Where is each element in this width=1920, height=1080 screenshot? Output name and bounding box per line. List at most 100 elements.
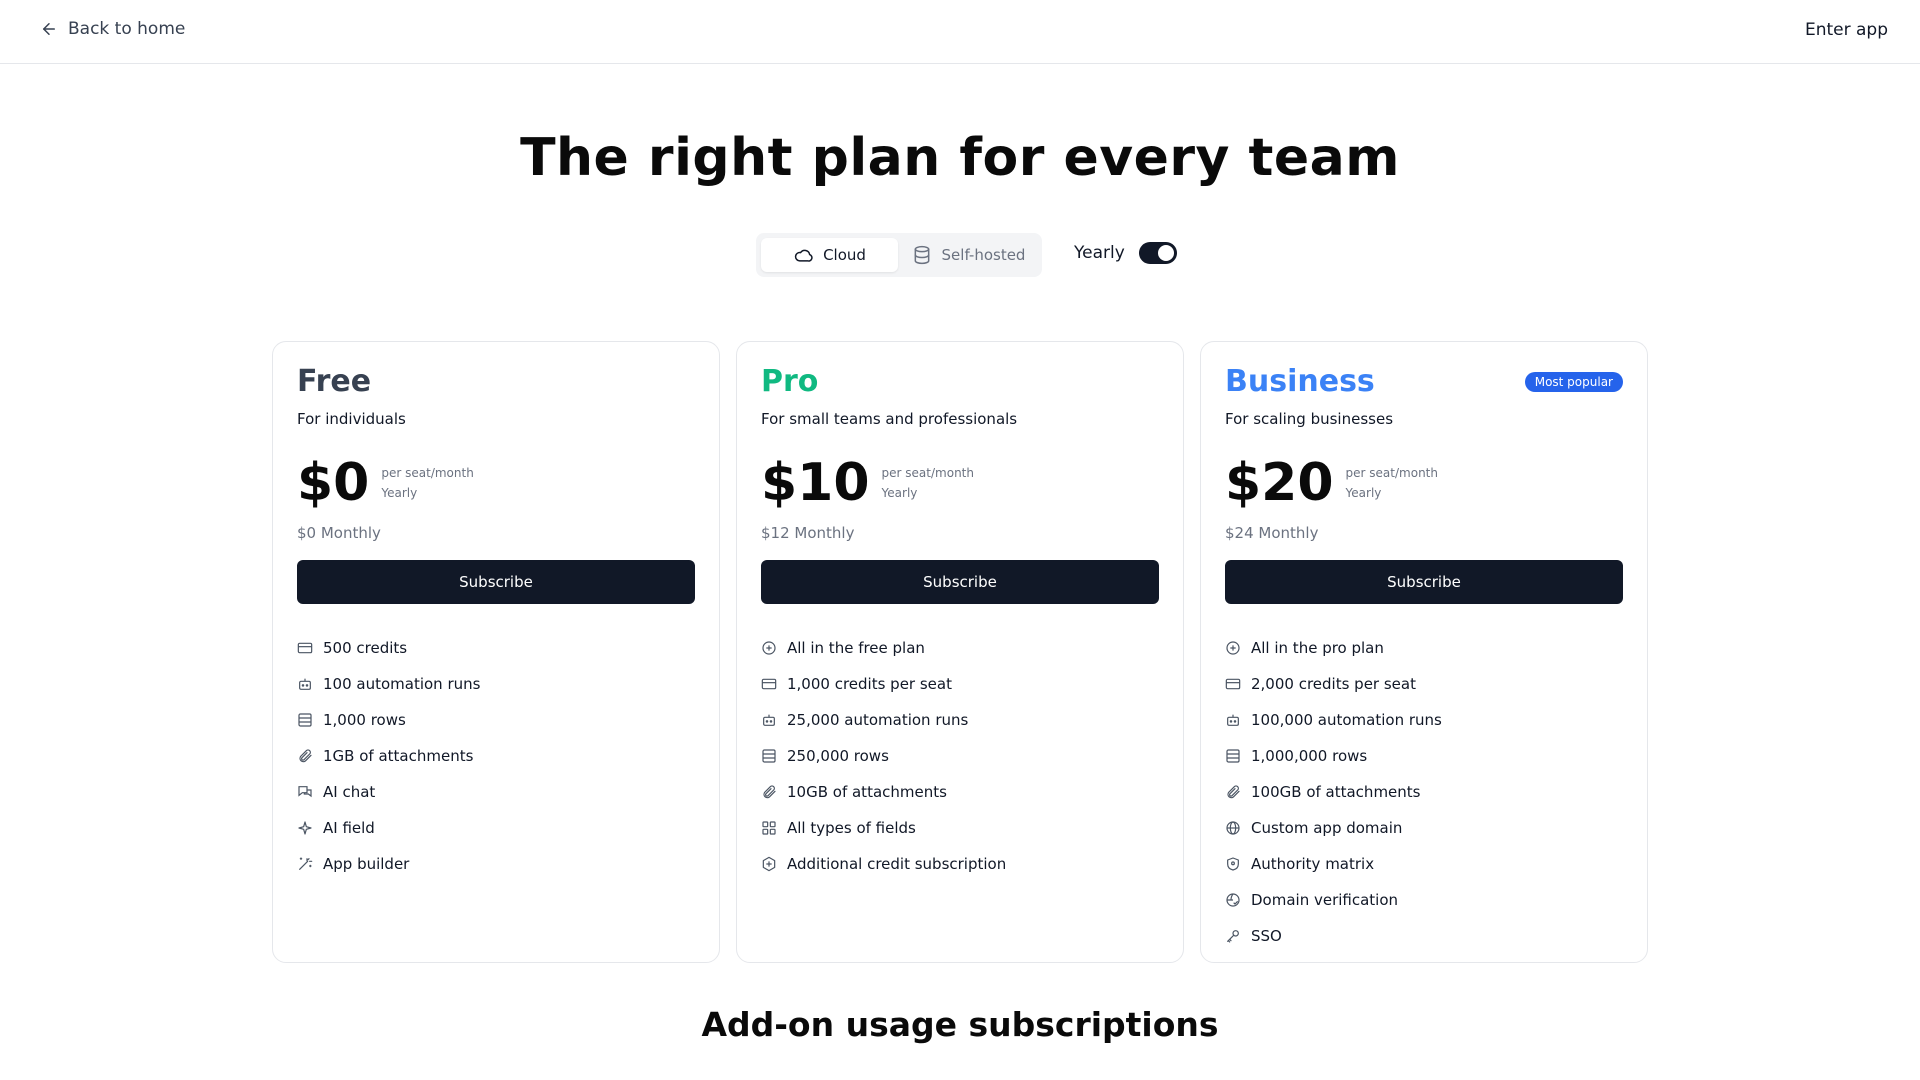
- list-item: Additional credit subscription: [761, 846, 1159, 882]
- table-rows-icon: [298, 713, 312, 727]
- list-item: 100 automation runs: [297, 666, 695, 702]
- plan-price: $20: [1225, 453, 1334, 513]
- feature-label: All types of fields: [787, 819, 916, 837]
- list-item: All in the pro plan: [1225, 630, 1623, 666]
- price-meta: per seat/month Yearly: [1346, 463, 1438, 503]
- feature-label: Additional credit subscription: [787, 855, 1007, 873]
- shield-icon: [1227, 857, 1239, 871]
- subscribe-button-free[interactable]: Subscribe: [297, 560, 695, 604]
- self-hosted-option[interactable]: Self-hosted: [900, 238, 1037, 272]
- globe-check-icon: [1226, 893, 1240, 907]
- list-item: SSO: [1225, 918, 1623, 954]
- feature-label: 2,000 credits per seat: [1251, 675, 1416, 693]
- credit-card-icon: [297, 642, 313, 654]
- list-item: 250,000 rows: [761, 738, 1159, 774]
- price-row: $20 per seat/month Yearly: [1225, 454, 1623, 512]
- feature-label: 10GB of attachments: [787, 783, 947, 801]
- billing-period-toggle: Yearly: [1074, 242, 1177, 264]
- subscribe-button-pro[interactable]: Subscribe: [761, 560, 1159, 604]
- price-meta: per seat/month Yearly: [882, 463, 974, 503]
- back-to-home-link[interactable]: Back to home: [40, 19, 185, 39]
- most-popular-badge: Most popular: [1524, 372, 1623, 392]
- list-item: 2,000 credits per seat: [1225, 666, 1623, 702]
- list-item: 1GB of attachments: [297, 738, 695, 774]
- cloud-icon: [794, 249, 813, 262]
- addons-section-title: Add-on usage subscriptions: [701, 1005, 1219, 1044]
- price-unit: per seat/month: [881, 466, 974, 480]
- list-item: Domain verification: [1225, 882, 1623, 918]
- plan-price: $0: [297, 453, 370, 513]
- feature-label: App builder: [323, 855, 410, 873]
- price-period: Yearly: [381, 486, 418, 500]
- price-unit: per seat/month: [1345, 466, 1438, 480]
- paperclip-icon: [763, 785, 776, 799]
- plan-card-business: Business Most popular For scaling busine…: [1200, 341, 1648, 963]
- plus-circle-icon: [762, 641, 776, 655]
- plan-description: For individuals: [297, 410, 406, 428]
- feature-label: All in the free plan: [787, 639, 925, 657]
- globe-icon: [1226, 821, 1240, 835]
- enter-app-link[interactable]: Enter app: [1805, 20, 1888, 40]
- list-item: 1,000 rows: [297, 702, 695, 738]
- feature-label: 25,000 automation runs: [787, 711, 969, 729]
- list-item: AI field: [297, 810, 695, 846]
- deployment-toggle: Cloud Self-hosted: [756, 233, 1042, 277]
- price-unit: per seat/month: [381, 466, 474, 480]
- price-period: Yearly: [1345, 486, 1382, 500]
- feature-label: SSO: [1251, 927, 1282, 945]
- plan-price: $10: [761, 453, 870, 513]
- feature-list: All in the pro plan 2,000 credits per se…: [1225, 630, 1623, 954]
- price-row: $0 per seat/month Yearly: [297, 454, 695, 512]
- feature-label: AI chat: [323, 783, 376, 801]
- subscribe-button-business[interactable]: Subscribe: [1225, 560, 1623, 604]
- monthly-price: $12 Monthly: [761, 524, 855, 542]
- feature-label: All in the pro plan: [1251, 639, 1384, 657]
- feature-list: All in the free plan 1,000 credits per s…: [761, 630, 1159, 882]
- list-item: 500 credits: [297, 630, 695, 666]
- table-rows-icon: [762, 749, 776, 763]
- price-period: Yearly: [881, 486, 918, 500]
- cloud-option[interactable]: Cloud: [761, 238, 898, 272]
- plus-circle-icon: [1226, 641, 1240, 655]
- page-title: The right plan for every team: [520, 128, 1400, 188]
- monthly-price: $0 Monthly: [297, 524, 381, 542]
- feature-list: 500 credits 100 automation runs 1,000 ro…: [297, 630, 695, 882]
- monthly-price: $24 Monthly: [1225, 524, 1319, 542]
- back-to-home-label: Back to home: [68, 19, 186, 39]
- list-item: 25,000 automation runs: [761, 702, 1159, 738]
- list-item: 10GB of attachments: [761, 774, 1159, 810]
- cloud-option-label: Cloud: [823, 246, 866, 264]
- feature-label: 100GB of attachments: [1251, 783, 1421, 801]
- feature-label: Domain verification: [1251, 891, 1399, 909]
- list-item: AI chat: [297, 774, 695, 810]
- list-item: 1,000,000 rows: [1225, 738, 1623, 774]
- feature-label: 100 automation runs: [323, 675, 481, 693]
- plan-name: Free: [297, 364, 372, 399]
- database-icon: [914, 245, 929, 265]
- plan-name: Pro: [761, 364, 819, 399]
- hexagon-plus-icon: [762, 856, 776, 872]
- robot-icon: [1227, 714, 1239, 726]
- grid-icon: [762, 821, 776, 835]
- feature-label: 100,000 automation runs: [1251, 711, 1442, 729]
- paperclip-icon: [299, 749, 312, 763]
- billing-period-label: Yearly: [1074, 243, 1125, 263]
- feature-label: AI field: [323, 819, 375, 837]
- credit-card-icon: [1225, 678, 1241, 690]
- arrow-left-icon: [43, 23, 55, 35]
- list-item: 1,000 credits per seat: [761, 666, 1159, 702]
- feature-label: 1,000 credits per seat: [787, 675, 952, 693]
- yearly-switch[interactable]: [1138, 242, 1177, 264]
- list-item: All in the free plan: [761, 630, 1159, 666]
- table-rows-icon: [1226, 749, 1240, 763]
- plan-card-pro: Pro For small teams and professionals $1…: [736, 341, 1184, 963]
- feature-label: 1,000,000 rows: [1251, 747, 1368, 765]
- list-item: All types of fields: [761, 810, 1159, 846]
- price-row: $10 per seat/month Yearly: [761, 454, 1159, 512]
- key-icon: [1227, 930, 1239, 943]
- credit-card-icon: [761, 678, 777, 690]
- feature-label: Authority matrix: [1251, 855, 1375, 873]
- list-item: Authority matrix: [1225, 846, 1623, 882]
- magic-wand-icon: [299, 857, 313, 870]
- list-item: 100,000 automation runs: [1225, 702, 1623, 738]
